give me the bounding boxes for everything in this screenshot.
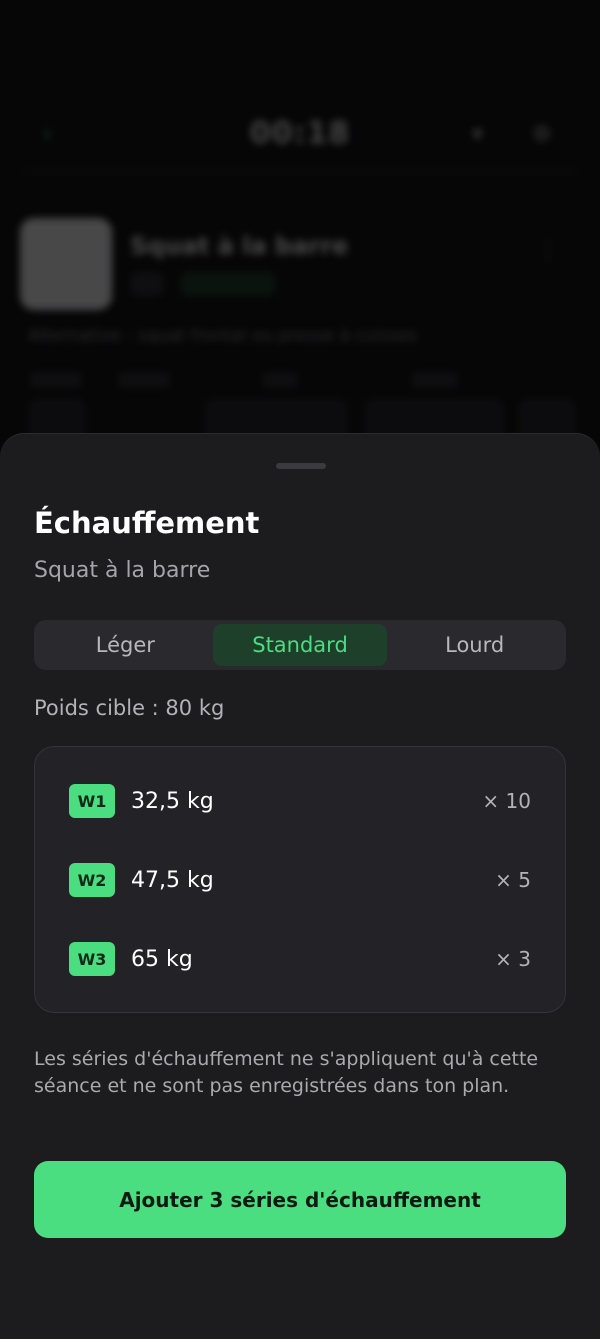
warmup-info-note: Les séries d'échauffement ne s'appliquen…	[34, 1048, 539, 1097]
set-reps: × 5	[495, 868, 531, 892]
set-badge: W3	[69, 942, 115, 976]
set-badge: W1	[69, 784, 115, 818]
warmup-set-row: W2 47,5 kg × 5	[35, 860, 565, 900]
set-weight: 65 kg	[131, 946, 193, 972]
intensity-option-leger[interactable]: Léger	[38, 624, 213, 666]
sheet-subtitle: Squat à la barre	[34, 558, 211, 583]
target-weight-label: Poids cible : 80 kg	[34, 696, 225, 720]
set-reps: × 3	[495, 947, 531, 971]
warmup-sets-card: W1 32,5 kg × 10 W2 47,5 kg × 5 W3 65 kg …	[34, 746, 566, 1013]
intensity-option-lourd[interactable]: Lourd	[387, 624, 562, 666]
set-reps: × 10	[482, 789, 531, 813]
set-weight: 47,5 kg	[131, 867, 214, 893]
warmup-bottom-sheet: Échauffement Squat à la barre Léger Stan…	[0, 433, 600, 1339]
sheet-title: Échauffement	[34, 506, 260, 540]
sheet-drag-handle[interactable]	[276, 463, 326, 469]
intensity-option-standard[interactable]: Standard	[212, 624, 388, 666]
set-badge: W2	[69, 863, 115, 897]
set-weight: 32,5 kg	[131, 788, 214, 814]
warmup-set-row: W3 65 kg × 3	[35, 939, 565, 979]
add-warmup-sets-button[interactable]: Ajouter 3 séries d'échauffement	[34, 1161, 566, 1238]
intensity-segmented-control: Léger Standard Lourd	[34, 620, 566, 670]
warmup-set-row: W1 32,5 kg × 10	[35, 781, 565, 821]
